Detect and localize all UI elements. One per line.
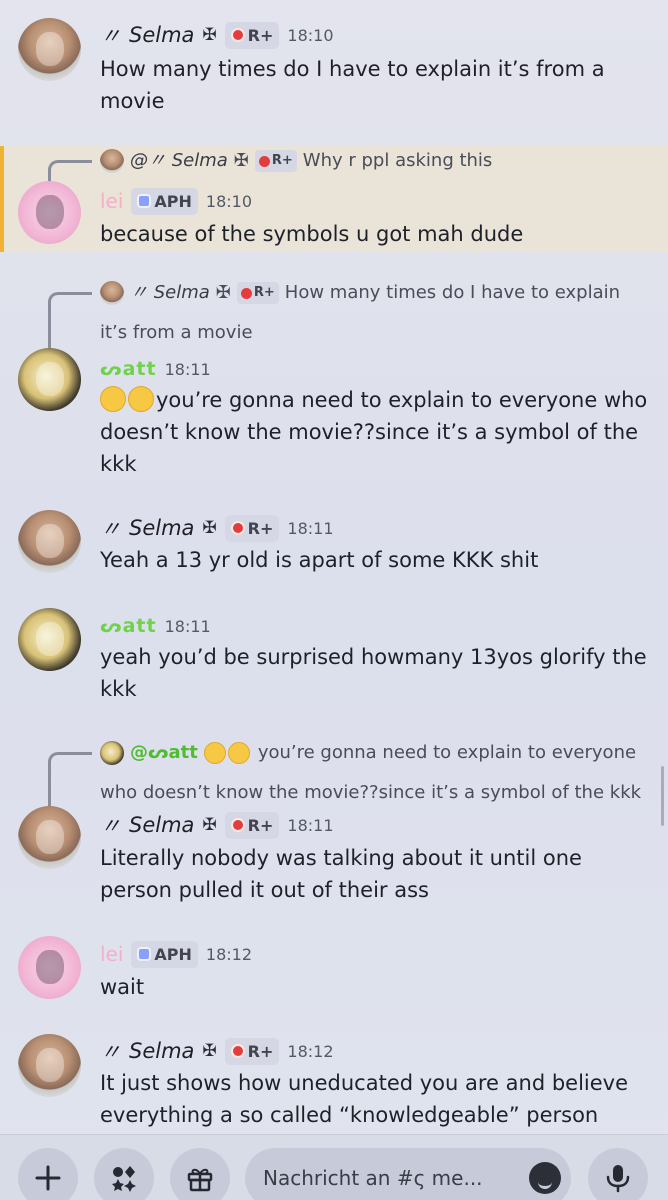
- author-name[interactable]: ᔕatt: [100, 615, 157, 637]
- message-input-box[interactable]: [245, 1148, 571, 1200]
- reply-author: @ᔕatt: [130, 742, 198, 763]
- message[interactable]: lei APH 18:12 wait: [0, 924, 668, 1022]
- sweat-smile-emoji-icon: [128, 386, 154, 412]
- timestamp: 18:10: [205, 191, 253, 211]
- avatar[interactable]: [18, 806, 81, 869]
- reply-text: you’re gonna need to explain to everyone: [257, 742, 637, 763]
- author-name[interactable]: Selma: [129, 516, 194, 540]
- message-content: It just shows how uneducated you are and…: [100, 1071, 629, 1127]
- role-badge[interactable]: R+: [224, 21, 280, 49]
- timestamp: 18:11: [287, 815, 334, 835]
- heart-icon: [137, 194, 152, 208]
- sweat-smile-emoji-icon: [227, 742, 250, 764]
- plus-icon: [35, 1165, 61, 1191]
- flame-icon: [240, 287, 252, 299]
- role-badge[interactable]: APH: [131, 940, 198, 968]
- message-content: you’re gonna need to explain to everyone…: [100, 386, 648, 476]
- message-input[interactable]: [263, 1148, 513, 1200]
- author-name[interactable]: Selma: [129, 1039, 194, 1063]
- reply-symbol: ✠: [233, 150, 249, 171]
- voice-button[interactable]: [588, 1148, 648, 1200]
- author-prefix: 〃: [100, 24, 121, 48]
- message[interactable]: 〃 Selma ✠ R+ How many times do I have to…: [0, 276, 668, 486]
- message-content: Yeah a 13 yr old is apart of some KKK sh…: [100, 548, 539, 572]
- author-name[interactable]: ᔕatt: [100, 358, 157, 380]
- author-name[interactable]: Selma: [129, 23, 194, 47]
- message-highlighted[interactable]: @〃 Selma ✠ R+ Why r ppl asking this lei …: [0, 146, 668, 252]
- gift-button[interactable]: [170, 1148, 230, 1200]
- timestamp: 18:12: [205, 944, 253, 964]
- author-prefix: 〃: [100, 1040, 121, 1064]
- message[interactable]: 〃 Selma ✠ R+ 18:12 It just shows how une…: [0, 1022, 668, 1134]
- apps-icon: [112, 1166, 136, 1192]
- role-badge[interactable]: R+: [224, 811, 280, 839]
- avatar[interactable]: [18, 348, 81, 411]
- timestamp: 18:12: [287, 1041, 334, 1061]
- reply-preview[interactable]: @〃 Selma ✠ R+ Why r ppl asking this: [100, 144, 660, 178]
- role-badge[interactable]: R+: [224, 1037, 280, 1065]
- author-name[interactable]: lei: [100, 189, 123, 213]
- reply-author: @〃 Selma: [130, 150, 228, 171]
- reply-spine: [48, 752, 92, 810]
- author-prefix: 〃: [100, 814, 121, 838]
- flame-icon: [258, 155, 270, 167]
- composer-bar: [0, 1134, 668, 1200]
- reply-text: Why r ppl asking this: [302, 150, 493, 171]
- avatar[interactable]: [18, 18, 81, 81]
- role-badge[interactable]: APH: [131, 187, 198, 215]
- message-content: yeah you’d be surprised howmany 13yos gl…: [100, 645, 647, 701]
- reply-avatar: [100, 149, 124, 173]
- timestamp: 18:11: [164, 616, 211, 636]
- reply-preview[interactable]: @ᔕatt you’re gonna need to explain to ev…: [100, 736, 660, 810]
- gift-icon: [187, 1168, 213, 1192]
- message[interactable]: 〃 Selma ✠ R+ 18:11 Yeah a 13 yr old is a…: [0, 496, 668, 586]
- author-name[interactable]: lei: [100, 942, 123, 966]
- message-list[interactable]: 〃 Selma ✠ R+ 18:10 How many times do I h…: [0, 0, 668, 1134]
- message-content: wait: [100, 975, 145, 999]
- avatar[interactable]: [18, 510, 81, 573]
- reply-symbol: ✠: [215, 282, 231, 303]
- reply-badge: R+: [236, 282, 279, 304]
- reply-author: 〃 Selma: [130, 282, 210, 303]
- sweat-smile-emoji-icon: [203, 742, 226, 764]
- avatar[interactable]: [18, 181, 81, 244]
- avatar[interactable]: [18, 1034, 81, 1097]
- sweat-smile-emoji-icon: [100, 386, 126, 412]
- smiley-icon[interactable]: [529, 1162, 561, 1194]
- message-content: How many times do I have to explain it’s…: [100, 57, 605, 113]
- timestamp: 18:10: [287, 25, 334, 45]
- avatar[interactable]: [18, 608, 81, 671]
- role-badge[interactable]: R+: [224, 514, 280, 542]
- message-content: because of the symbols u got mah dude: [100, 222, 524, 246]
- author-name[interactable]: Selma: [129, 813, 194, 837]
- reply-avatar: [100, 741, 124, 765]
- message[interactable]: @ᔕatt you’re gonna need to explain to ev…: [0, 734, 668, 924]
- reply-text-continued: it’s from a movie: [100, 322, 253, 343]
- avatar[interactable]: [18, 936, 81, 999]
- reply-text: How many times do I have to explain: [284, 282, 621, 303]
- reply-preview[interactable]: 〃 Selma ✠ R+ How many times do I have to…: [100, 276, 660, 350]
- timestamp: 18:11: [164, 359, 211, 379]
- author-symbol: ✠: [202, 518, 217, 538]
- flame-icon: [230, 521, 245, 535]
- heart-icon: [137, 947, 152, 961]
- timestamp: 18:11: [287, 518, 334, 538]
- author-symbol: ✠: [202, 815, 217, 835]
- flame-icon: [230, 1044, 245, 1058]
- reply-badge: R+: [254, 150, 297, 172]
- apps-button[interactable]: [94, 1148, 154, 1200]
- microphone-icon: [606, 1165, 630, 1193]
- message[interactable]: ᔕatt 18:11 yeah you’d be surprised howma…: [0, 596, 668, 716]
- scrollbar[interactable]: [661, 766, 664, 826]
- flame-icon: [230, 818, 245, 832]
- message[interactable]: 〃 Selma ✠ R+ 18:10 How many times do I h…: [0, 0, 668, 130]
- author-symbol: ✠: [202, 1041, 217, 1061]
- reply-avatar: [100, 281, 124, 305]
- flame-icon: [230, 28, 245, 42]
- message-content: Literally nobody was talking about it un…: [100, 846, 582, 902]
- reply-text-continued: who doesn’t know the movie??since it’s a…: [100, 782, 642, 803]
- author-prefix: 〃: [100, 517, 121, 541]
- author-symbol: ✠: [202, 25, 217, 45]
- add-button[interactable]: [18, 1148, 78, 1200]
